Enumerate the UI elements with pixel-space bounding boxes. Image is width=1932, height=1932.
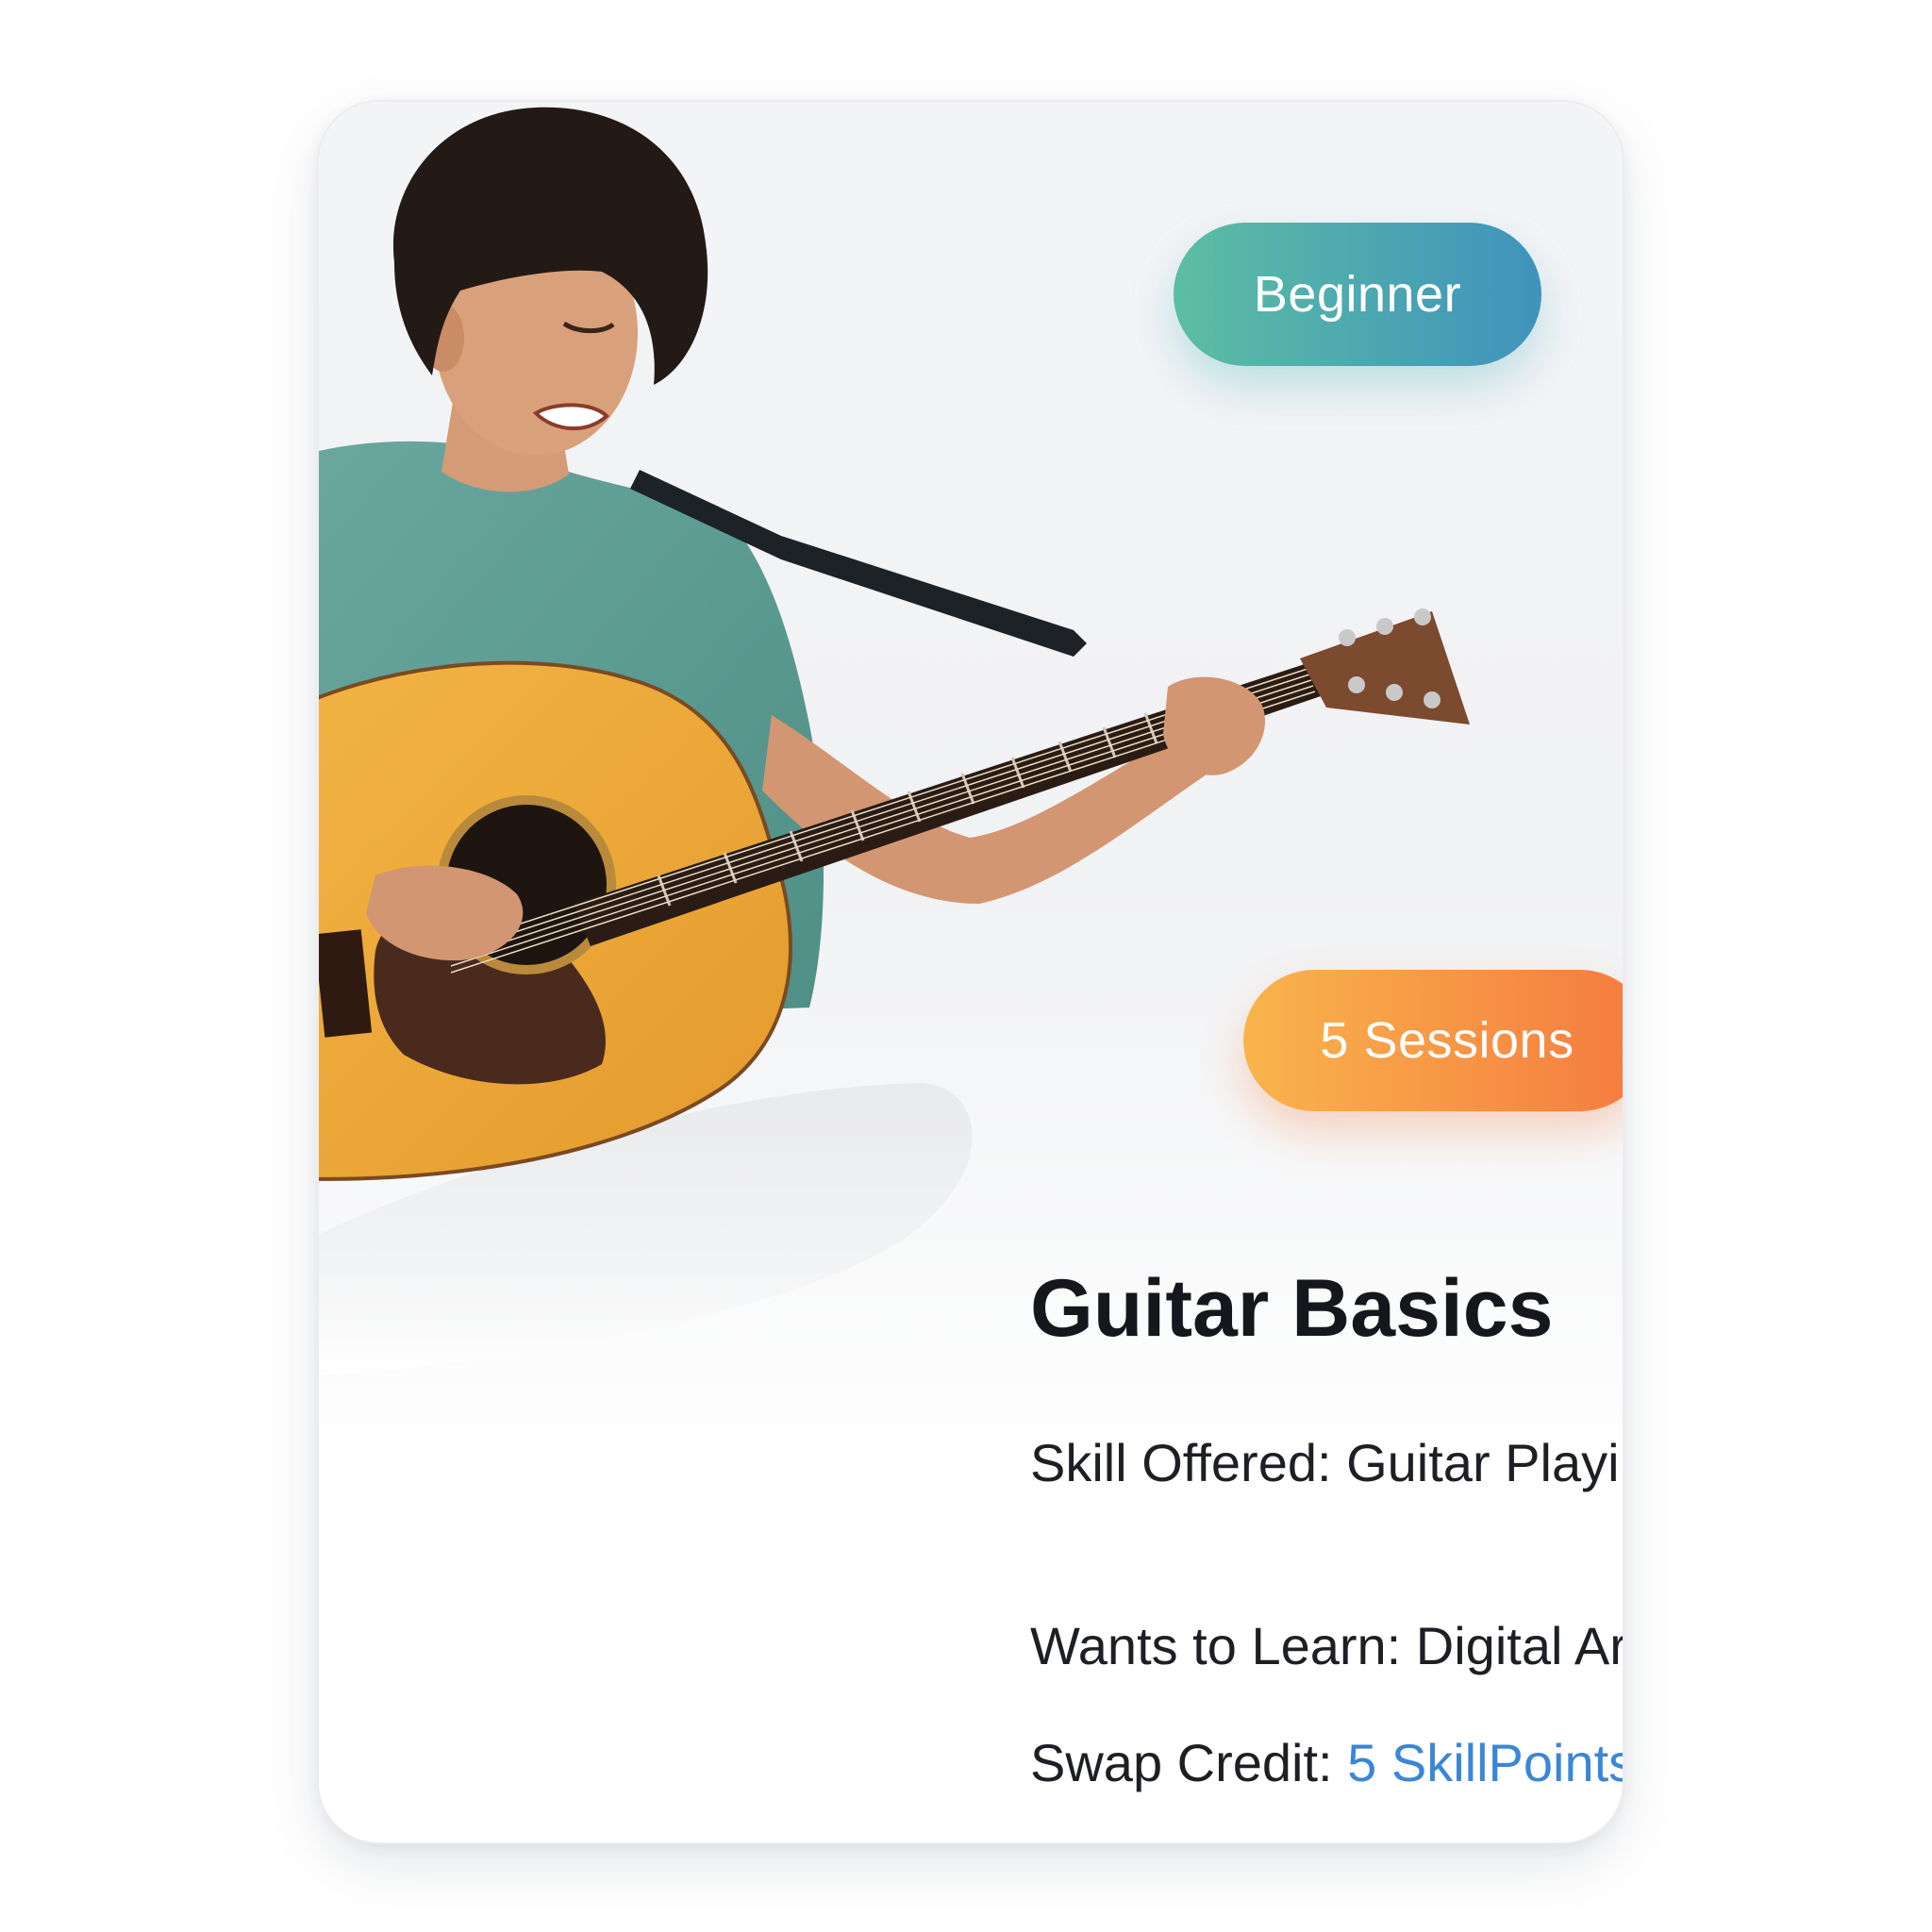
wants-to-learn-text: Wants to Learn: Digital Art or xyxy=(1030,1616,1623,1675)
sessions-badge-label: 5 Sessions xyxy=(1320,1012,1574,1069)
level-badge-label: Beginner xyxy=(1253,266,1462,323)
swap-credit-value: 5 SkillPoints xyxy=(1347,1733,1623,1792)
swap-credit-label: Swap Credit: xyxy=(1030,1733,1348,1792)
skill-offered-text: Skill Offered: Guitar Playing xyxy=(1030,1433,1623,1492)
skill-swap-card[interactable]: Beginner 5 Sessions Guitar Basics Skill … xyxy=(319,102,1623,1842)
stage: Beginner 5 Sessions Guitar Basics Skill … xyxy=(0,0,1932,1932)
card-title: Guitar Basics xyxy=(1030,1263,1554,1354)
sessions-badge: 5 Sessions xyxy=(1243,970,1623,1111)
fretting-hand xyxy=(1163,676,1266,775)
level-badge: Beginner xyxy=(1174,223,1541,366)
swap-credit-line: Swap Credit: 5 SkillPoints xyxy=(1030,1732,1623,1793)
